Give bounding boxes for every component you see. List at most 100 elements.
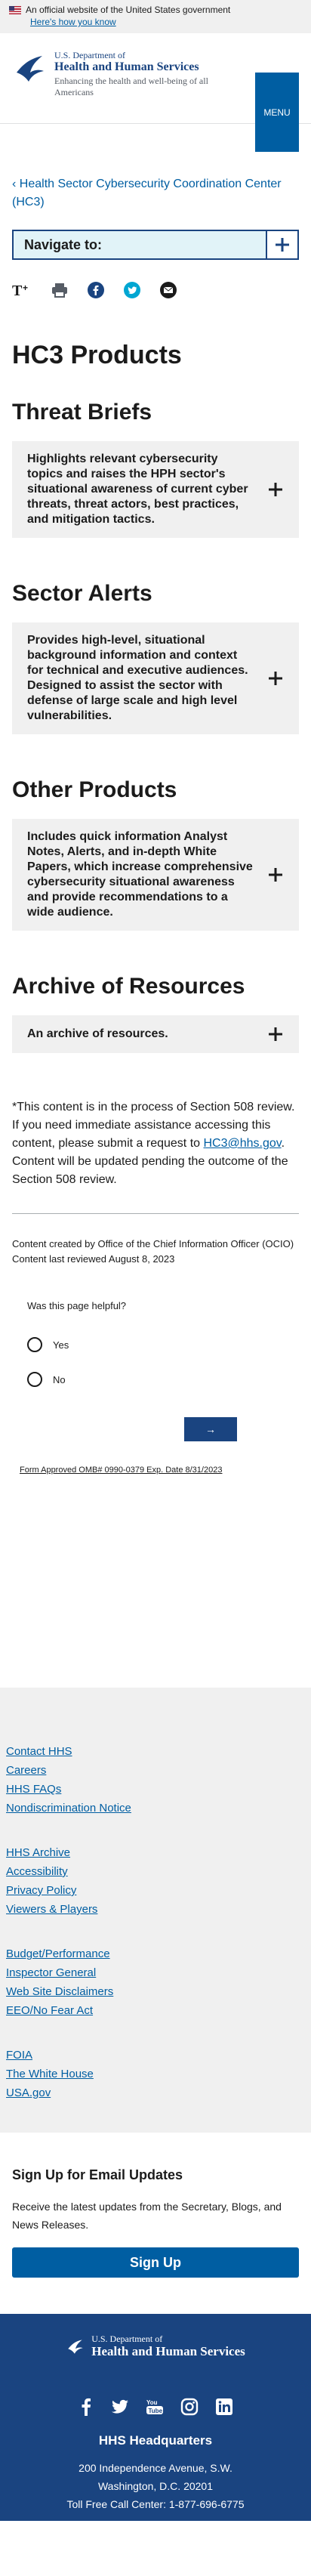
- accordion-other-products[interactable]: Includes quick information Analyst Notes…: [12, 819, 299, 931]
- menu-button[interactable]: MENU: [255, 73, 299, 152]
- facebook-share-icon[interactable]: [88, 282, 104, 298]
- footer-link-viewers[interactable]: Viewers & Players: [6, 1900, 305, 1919]
- footer-link-privacy[interactable]: Privacy Policy: [6, 1881, 305, 1900]
- section-heading-archive: Archive of Resources: [12, 974, 245, 999]
- feedback-yes-label: Yes: [53, 1339, 69, 1351]
- footer-link-foia[interactable]: FOIA: [6, 2046, 305, 2065]
- accordion-label: Provides high-level, situational backgro…: [27, 634, 248, 722]
- footer-link-eeo[interactable]: EEO/No Fear Act: [6, 2001, 305, 2020]
- feedback-no-radio[interactable]: No: [27, 1372, 299, 1387]
- footer-link-budget[interactable]: Budget/Performance: [6, 1944, 305, 1963]
- footer-logo-dept: U.S. Department of: [91, 2334, 163, 2344]
- share-toolbar: T +: [12, 280, 299, 301]
- footer-link-contact[interactable]: Contact HHS: [6, 1742, 305, 1761]
- radio-circle[interactable]: [27, 1372, 42, 1387]
- omb-form-number-link[interactable]: Form Approved OMB# 0990-0379 Exp. Date 8…: [12, 1466, 299, 1475]
- feedback-submit-button[interactable]: →: [184, 1417, 237, 1441]
- social-links: You Tube: [12, 2398, 299, 2420]
- footer-link-faqs[interactable]: HHS FAQs: [6, 1780, 305, 1799]
- hc3-email-link[interactable]: HC3@hhs.gov: [203, 1137, 281, 1150]
- footer-group-2: HHS Archive Accessibility Privacy Policy…: [6, 1818, 305, 1919]
- accordion-label: An archive of resources.: [27, 1027, 168, 1040]
- footer-link-accessibility[interactable]: Accessibility: [6, 1862, 305, 1881]
- instagram-icon[interactable]: [180, 2398, 199, 2420]
- logo-tagline: Enhancing the health and well-being of a…: [54, 76, 208, 97]
- hq-title: HHS Headquarters: [98, 2433, 213, 2448]
- page-meta: Content created by Office of the Chief I…: [12, 1237, 299, 1267]
- hhs-eagle-icon: [68, 2339, 83, 2354]
- accordion-archive[interactable]: An archive of resources.: [12, 1015, 299, 1053]
- content-reviewed: Content last reviewed August 8, 2023: [12, 1253, 175, 1265]
- footer-link-archive[interactable]: HHS Archive: [6, 1843, 305, 1862]
- section-heading-threat-briefs: Threat Briefs: [12, 400, 152, 425]
- navigate-to-dropdown[interactable]: Navigate to:: [12, 230, 299, 260]
- breadcrumb[interactable]: ‹ Health Sector Cybersecurity Coordinati…: [12, 175, 299, 212]
- email-share-icon[interactable]: [160, 282, 177, 298]
- radio-circle[interactable]: [27, 1337, 42, 1352]
- hq-address-line2: Washington, D.C. 20201: [97, 2480, 213, 2492]
- chevron-left-icon: ‹: [12, 178, 17, 190]
- svg-text:Tube: Tube: [149, 2408, 163, 2414]
- plus-icon: [269, 672, 282, 685]
- footer-link-inspector[interactable]: Inspector General: [6, 1963, 305, 1982]
- section-heading-other-products: Other Products: [12, 777, 177, 802]
- divider: [12, 1213, 299, 1214]
- hhs-eagle-icon: [17, 56, 44, 82]
- feedback-question: Was this page helpful?: [27, 1300, 127, 1311]
- footer-link-whitehouse[interactable]: The White House: [6, 2065, 305, 2083]
- page-title: HC3 Products: [12, 341, 182, 369]
- us-flag-icon: [9, 5, 21, 14]
- heres-how-you-know-link[interactable]: Here's how you know: [30, 16, 302, 28]
- footer-logo-agency: Health and Human Services: [91, 2344, 245, 2358]
- footer-group-1: Contact HHS Careers HHS FAQs Nondiscrimi…: [6, 1688, 305, 1818]
- svg-text:T: T: [12, 283, 23, 298]
- footer-link-disclaimers[interactable]: Web Site Disclaimers: [6, 1982, 305, 2001]
- accordion-sector-alerts[interactable]: Provides high-level, situational backgro…: [12, 622, 299, 734]
- twitter-icon[interactable]: [111, 2398, 129, 2420]
- feedback-yes-radio[interactable]: Yes: [27, 1337, 299, 1352]
- signup-title: Sign Up for Email Updates: [12, 2167, 183, 2182]
- hq-address: 200 Independence Avenue, S.W. Washington…: [12, 2459, 299, 2513]
- signup-text: Receive the latest updates from the Secr…: [12, 2201, 282, 2231]
- facebook-icon[interactable]: [78, 2398, 94, 2420]
- feedback-form: Was this page helpful? Yes No: [12, 1300, 299, 1387]
- footer-bottom: U.S. Department of Health and Human Serv…: [0, 2314, 311, 2521]
- hhs-logo[interactable]: U.S. Department of Health and Human Serv…: [0, 33, 220, 98]
- breadcrumb-link[interactable]: Health Sector Cybersecurity Coordination…: [12, 178, 282, 208]
- footer-group-4: FOIA The White House USA.gov: [6, 2020, 305, 2102]
- twitter-share-icon[interactable]: [124, 282, 140, 298]
- main-content: ‹ Health Sector Cybersecurity Coordinati…: [0, 175, 311, 1475]
- feedback-no-label: No: [53, 1373, 66, 1385]
- footer-link-usagov[interactable]: USA.gov: [6, 2083, 305, 2102]
- linkedin-icon[interactable]: [215, 2398, 233, 2420]
- accordion-label: Includes quick information Analyst Notes…: [27, 830, 253, 919]
- svg-text:+: +: [23, 283, 28, 293]
- gov-banner: An official website of the United States…: [0, 0, 311, 33]
- plus-icon: [269, 868, 282, 882]
- signup-button[interactable]: Sign Up: [12, 2247, 299, 2278]
- footer-links: Contact HHS Careers HHS FAQs Nondiscrimi…: [0, 1688, 311, 2133]
- plus-icon: [269, 483, 282, 496]
- logo-agency: Health and Human Services: [54, 60, 199, 73]
- gov-banner-text: An official website of the United States…: [26, 5, 231, 15]
- expand-plus-icon[interactable]: [267, 231, 297, 258]
- youtube-icon[interactable]: You Tube: [146, 2398, 164, 2420]
- footer-link-nondiscrimination[interactable]: Nondiscrimination Notice: [6, 1799, 305, 1818]
- email-signup: Sign Up for Email Updates Receive the la…: [0, 2133, 311, 2314]
- content-created: Content created by Office of the Chief I…: [12, 1238, 294, 1249]
- hq-phone[interactable]: Toll Free Call Center: 1-877-696-6775: [12, 2495, 299, 2513]
- footer-link-careers[interactable]: Careers: [6, 1761, 305, 1780]
- section-508-note: *This content is in the process of Secti…: [12, 1098, 299, 1189]
- svg-text:You: You: [146, 2399, 158, 2406]
- logo-dept: U.S. Department of: [54, 50, 125, 60]
- print-icon[interactable]: [51, 283, 68, 298]
- footer-group-3: Budget/Performance Inspector General Web…: [6, 1919, 305, 2020]
- plus-icon: [269, 1027, 282, 1041]
- hq-address-line1: 200 Independence Avenue, S.W.: [79, 2462, 232, 2474]
- font-size-icon[interactable]: T +: [12, 282, 32, 298]
- section-heading-sector-alerts: Sector Alerts: [12, 581, 152, 606]
- accordion-label: Highlights relevant cybersecurity topics…: [27, 452, 248, 526]
- footer-hhs-logo[interactable]: U.S. Department of Health and Human Serv…: [12, 2334, 299, 2358]
- navigate-to-label: Navigate to:: [14, 231, 267, 258]
- accordion-threat-briefs[interactable]: Highlights relevant cybersecurity topics…: [12, 441, 299, 538]
